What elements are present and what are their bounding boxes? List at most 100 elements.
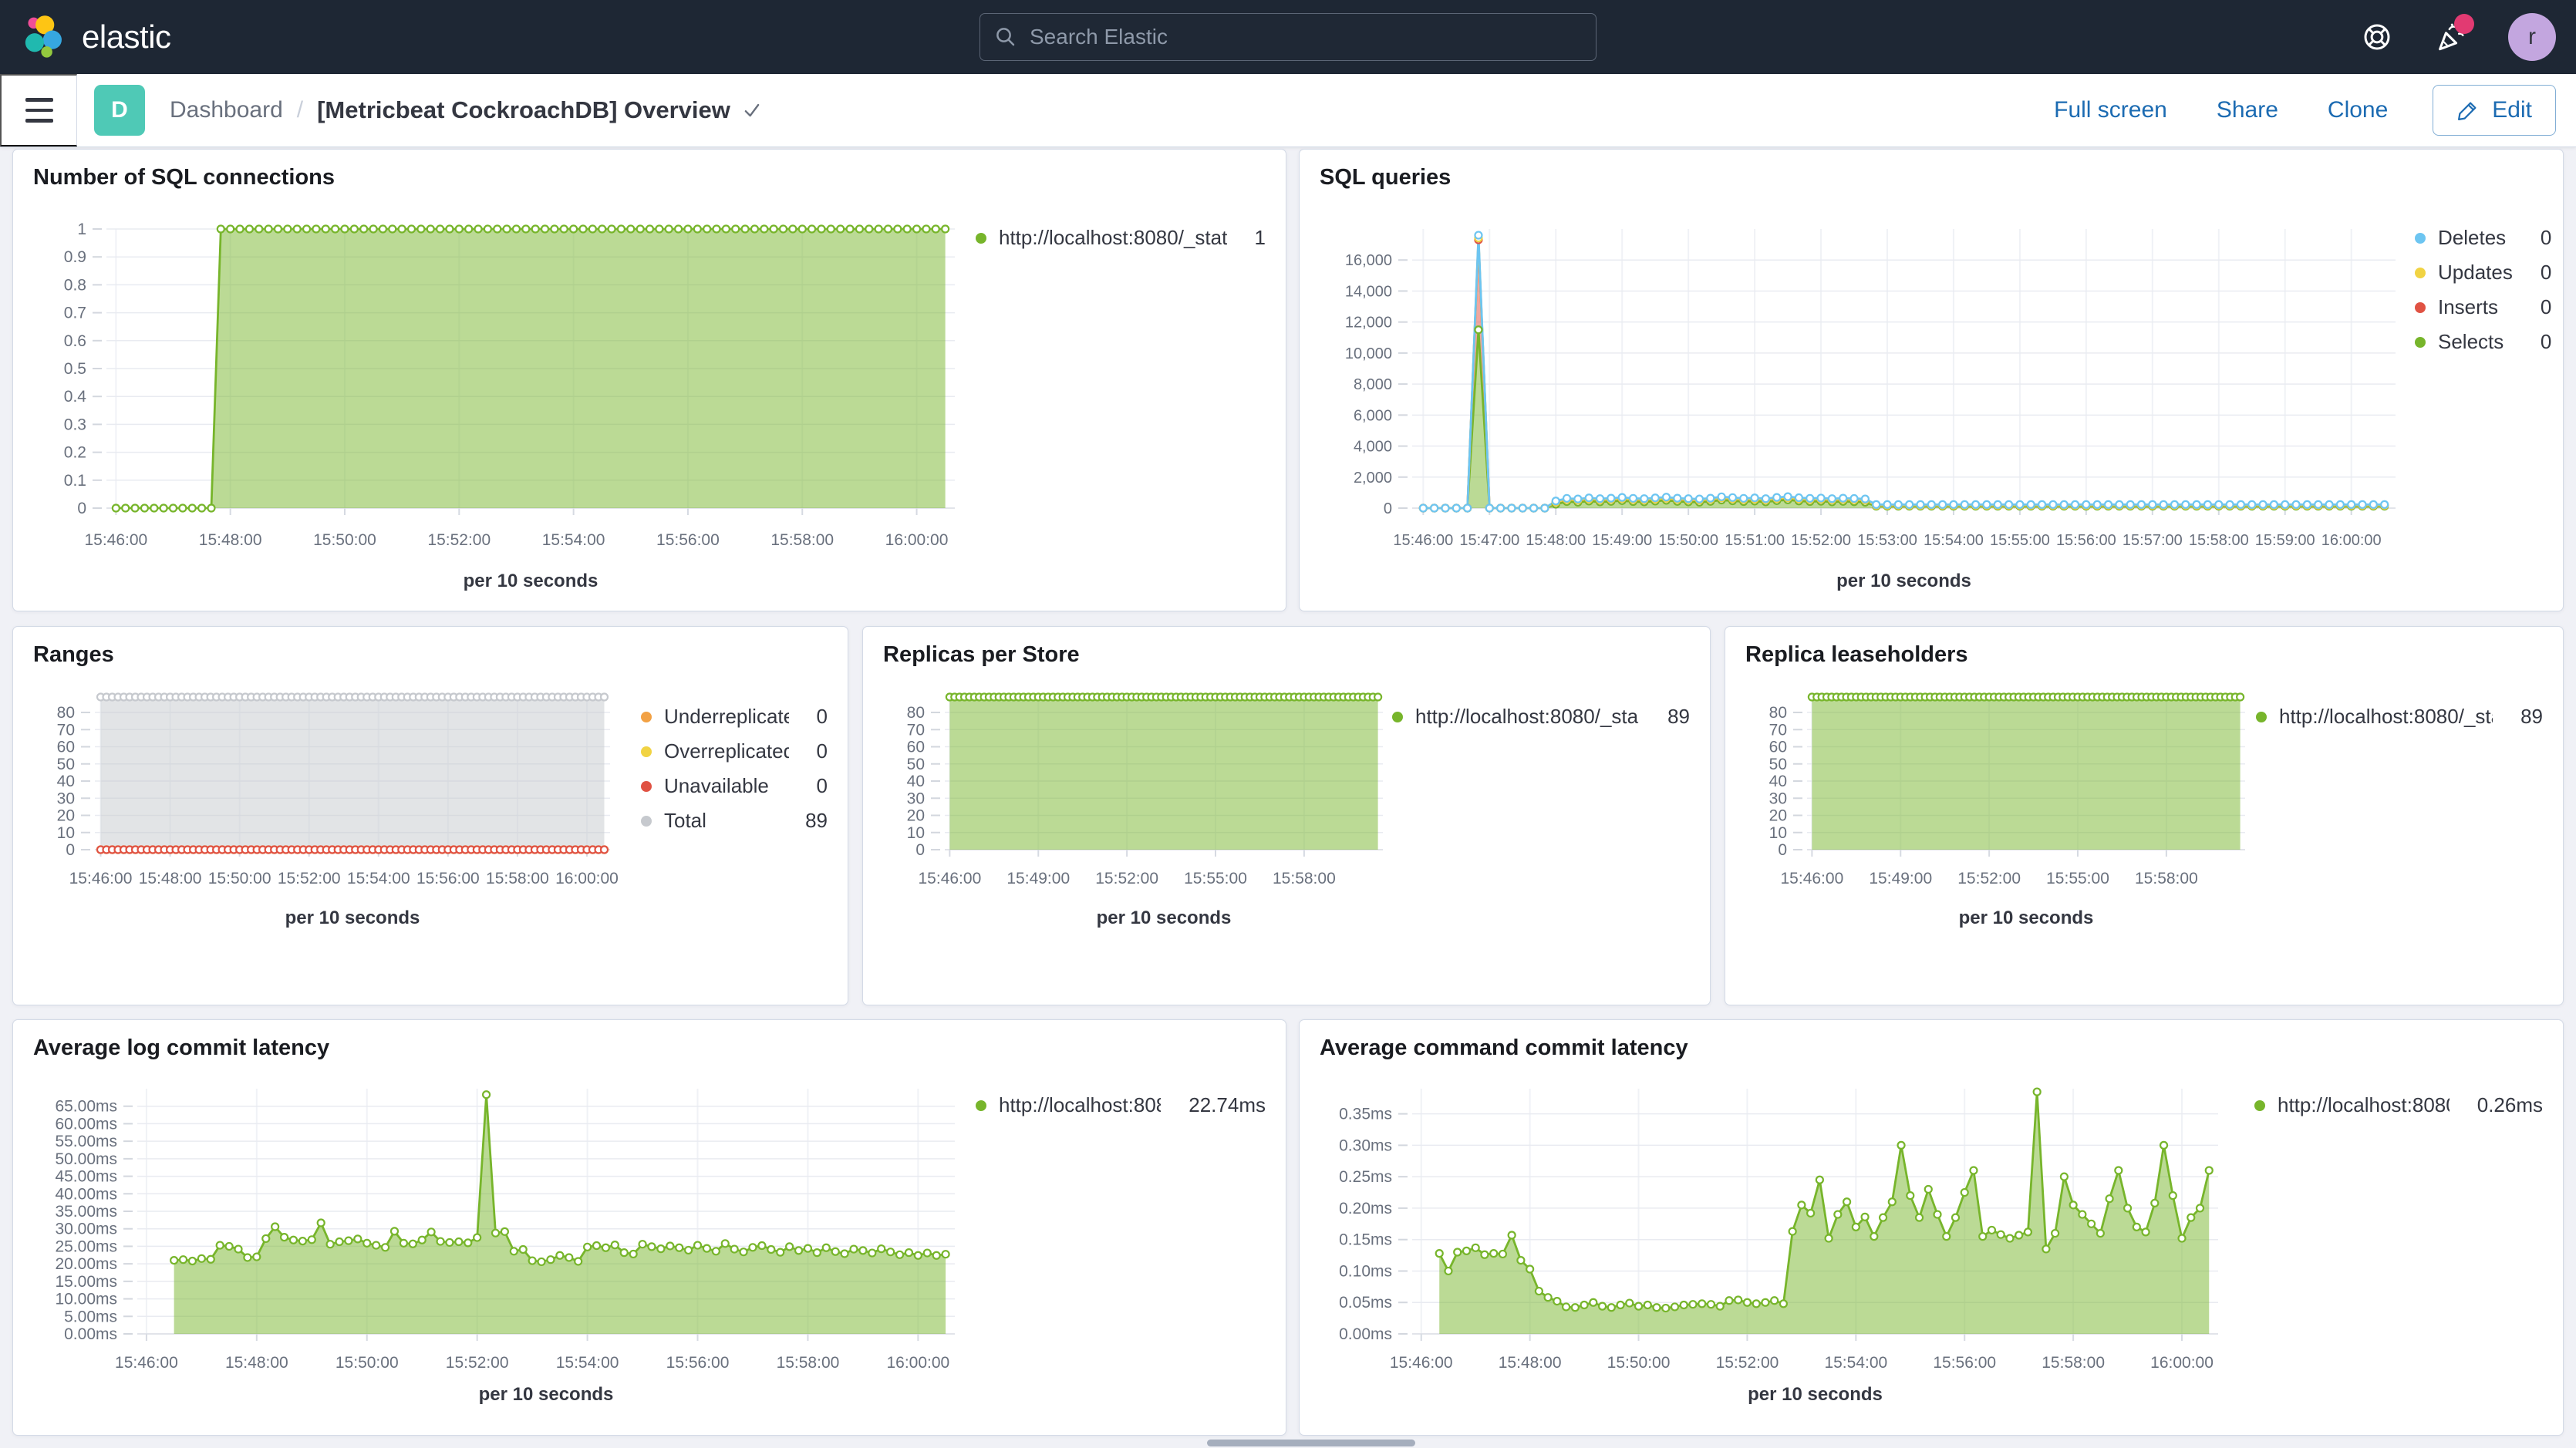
legend-item[interactable]: http://localhost:8080/_sta...89	[2256, 705, 2543, 729]
space-initial: D	[111, 97, 128, 123]
svg-text:40: 40	[57, 773, 75, 790]
svg-text:2,000: 2,000	[1354, 470, 1392, 487]
svg-text:per 10 seconds: per 10 seconds	[1836, 571, 1971, 591]
svg-text:15:48:00: 15:48:00	[139, 870, 202, 887]
svg-text:0.8: 0.8	[64, 276, 86, 294]
svg-text:14,000: 14,000	[1345, 283, 1392, 300]
svg-text:10,000: 10,000	[1345, 345, 1392, 362]
svg-text:15:47:00: 15:47:00	[1459, 532, 1519, 549]
clone-button[interactable]: Clone	[2323, 96, 2392, 124]
svg-text:0.25ms: 0.25ms	[1339, 1168, 1392, 1186]
legend-swatch	[976, 1100, 986, 1111]
legend-item[interactable]: Unavailable0	[641, 774, 828, 798]
legend-item[interactable]: Updates0	[2415, 261, 2551, 285]
panel-average-log-commit-latency: Average log commit latency 15:46:0015:48…	[12, 1019, 1286, 1436]
svg-text:15:56:00: 15:56:00	[416, 870, 480, 887]
svg-text:15:59:00: 15:59:00	[2255, 532, 2315, 549]
menu-button[interactable]	[0, 74, 77, 146]
panel-number-of-sql-connections: Number of SQL connections 15:46:0015:48:…	[12, 149, 1286, 611]
legend-swatch	[641, 816, 652, 827]
legend-label: Total	[664, 809, 706, 833]
legend-value: 1	[1239, 226, 1266, 250]
chart-legend: http://localhost:8080/_sta...89	[2256, 685, 2543, 739]
svg-text:15:52:00: 15:52:00	[1791, 532, 1851, 549]
chart-average-log-commit-latency[interactable]: 15:46:0015:48:0015:50:0015:52:0015:54:00…	[33, 1086, 966, 1431]
panel-title: Replica leaseholders	[1745, 642, 2543, 668]
legend-label: http://localhost:8080/_stat...	[999, 226, 1227, 250]
svg-text:0: 0	[77, 500, 86, 517]
chart-legend: Underreplicated0Overreplicated0Unavailab…	[641, 685, 828, 844]
svg-text:15:49:00: 15:49:00	[1006, 870, 1070, 887]
legend-value: 0	[801, 774, 828, 798]
svg-text:15:54:00: 15:54:00	[1824, 1354, 1887, 1372]
legend-item[interactable]: Deletes0	[2415, 226, 2551, 250]
help-button[interactable]	[2360, 20, 2394, 54]
elastic-logo[interactable]: elastic	[22, 15, 171, 59]
chart-ranges[interactable]: 15:46:0015:48:0015:50:0015:52:0015:54:00…	[33, 685, 619, 939]
share-button[interactable]: Share	[2212, 96, 2283, 124]
svg-text:60: 60	[1769, 739, 1787, 756]
svg-text:15:58:00: 15:58:00	[1273, 870, 1336, 887]
chart-number-of-sql-connections[interactable]: 15:46:0015:48:0015:50:0015:52:0015:54:00…	[33, 218, 966, 594]
svg-text:16:00:00: 16:00:00	[2321, 532, 2382, 549]
space-avatar[interactable]: D	[94, 85, 145, 136]
top-bar-icons: r	[2360, 0, 2556, 74]
legend-item[interactable]: Total89	[641, 809, 828, 833]
svg-text:30: 30	[907, 790, 925, 807]
search-input[interactable]	[1028, 24, 1582, 50]
svg-text:16:00:00: 16:00:00	[555, 870, 619, 887]
svg-text:40: 40	[1769, 773, 1787, 790]
svg-text:20: 20	[907, 807, 925, 825]
legend-item[interactable]: http://localhost:8080/_sta...89	[1392, 705, 1690, 729]
svg-text:15:50:00: 15:50:00	[313, 531, 376, 549]
horizontal-scrollbar-thumb[interactable]	[1207, 1440, 1415, 1446]
legend-item[interactable]: Underreplicated0	[641, 705, 828, 729]
svg-text:10: 10	[57, 824, 75, 842]
chart-average-command-commit-latency[interactable]: 15:46:0015:48:0015:50:0015:52:0015:54:00…	[1320, 1086, 2230, 1431]
chart-replicas-per-store[interactable]: 15:46:0015:49:0015:52:0015:55:0015:58:00…	[883, 685, 1392, 939]
legend-item[interactable]: http://localhost:8080/_stat... 1	[976, 226, 1266, 250]
svg-text:5.00ms: 5.00ms	[64, 1308, 117, 1325]
svg-text:8,000: 8,000	[1354, 376, 1392, 393]
svg-text:80: 80	[57, 704, 75, 722]
avatar-initial: r	[2528, 24, 2536, 50]
svg-text:60: 60	[907, 739, 925, 756]
page-title[interactable]: [Metricbeat CockroachDB] Overview	[317, 96, 763, 124]
legend-item[interactable]: Inserts0	[2415, 295, 2551, 319]
svg-text:20.00ms: 20.00ms	[55, 1255, 117, 1273]
chart-legend: http://localhost:8080/_stat... 1	[976, 218, 1266, 261]
svg-text:50: 50	[907, 756, 925, 773]
breadcrumb-dashboard-link[interactable]: Dashboard	[170, 97, 283, 123]
svg-text:15:56:00: 15:56:00	[666, 1354, 730, 1372]
full-screen-button[interactable]: Full screen	[2049, 96, 2172, 124]
legend-item[interactable]: http://localhost:808...22.74ms	[976, 1093, 1266, 1117]
news-button[interactable]	[2434, 20, 2468, 54]
check-icon	[741, 99, 763, 121]
svg-text:0.4: 0.4	[64, 388, 87, 406]
breadcrumb-separator: /	[297, 97, 303, 123]
user-avatar[interactable]: r	[2508, 13, 2556, 61]
pencil-icon	[2456, 99, 2480, 122]
legend-item[interactable]: http://localhost:8080...0.26ms	[2254, 1093, 2543, 1117]
svg-text:per 10 seconds: per 10 seconds	[479, 1384, 614, 1405]
legend-label: Selects	[2438, 330, 2504, 354]
legend-value: 89	[2505, 705, 2543, 729]
life-ring-icon	[2362, 22, 2392, 52]
edit-button[interactable]: Edit	[2433, 85, 2556, 136]
legend-item[interactable]: Overreplicated0	[641, 739, 828, 763]
legend-label: Overreplicated	[664, 739, 789, 763]
chart-sql-queries[interactable]: 15:46:0015:47:0015:48:0015:49:0015:50:00…	[1320, 218, 2415, 594]
svg-text:per 10 seconds: per 10 seconds	[1097, 908, 1232, 928]
svg-text:0.35ms: 0.35ms	[1339, 1106, 1392, 1123]
legend-item[interactable]: Selects0	[2415, 330, 2551, 354]
svg-text:12,000: 12,000	[1345, 315, 1392, 332]
svg-text:10.00ms: 10.00ms	[55, 1291, 117, 1308]
svg-text:40: 40	[907, 773, 925, 790]
legend-swatch	[641, 746, 652, 757]
chart-replica-leaseholders[interactable]: 15:46:0015:49:0015:52:0015:55:0015:58:00…	[1745, 685, 2254, 939]
legend-swatch	[641, 781, 652, 792]
svg-text:45.00ms: 45.00ms	[55, 1168, 117, 1186]
svg-text:0.00ms: 0.00ms	[1339, 1325, 1392, 1343]
svg-text:15:58:00: 15:58:00	[770, 531, 834, 549]
svg-text:55.00ms: 55.00ms	[55, 1133, 117, 1150]
